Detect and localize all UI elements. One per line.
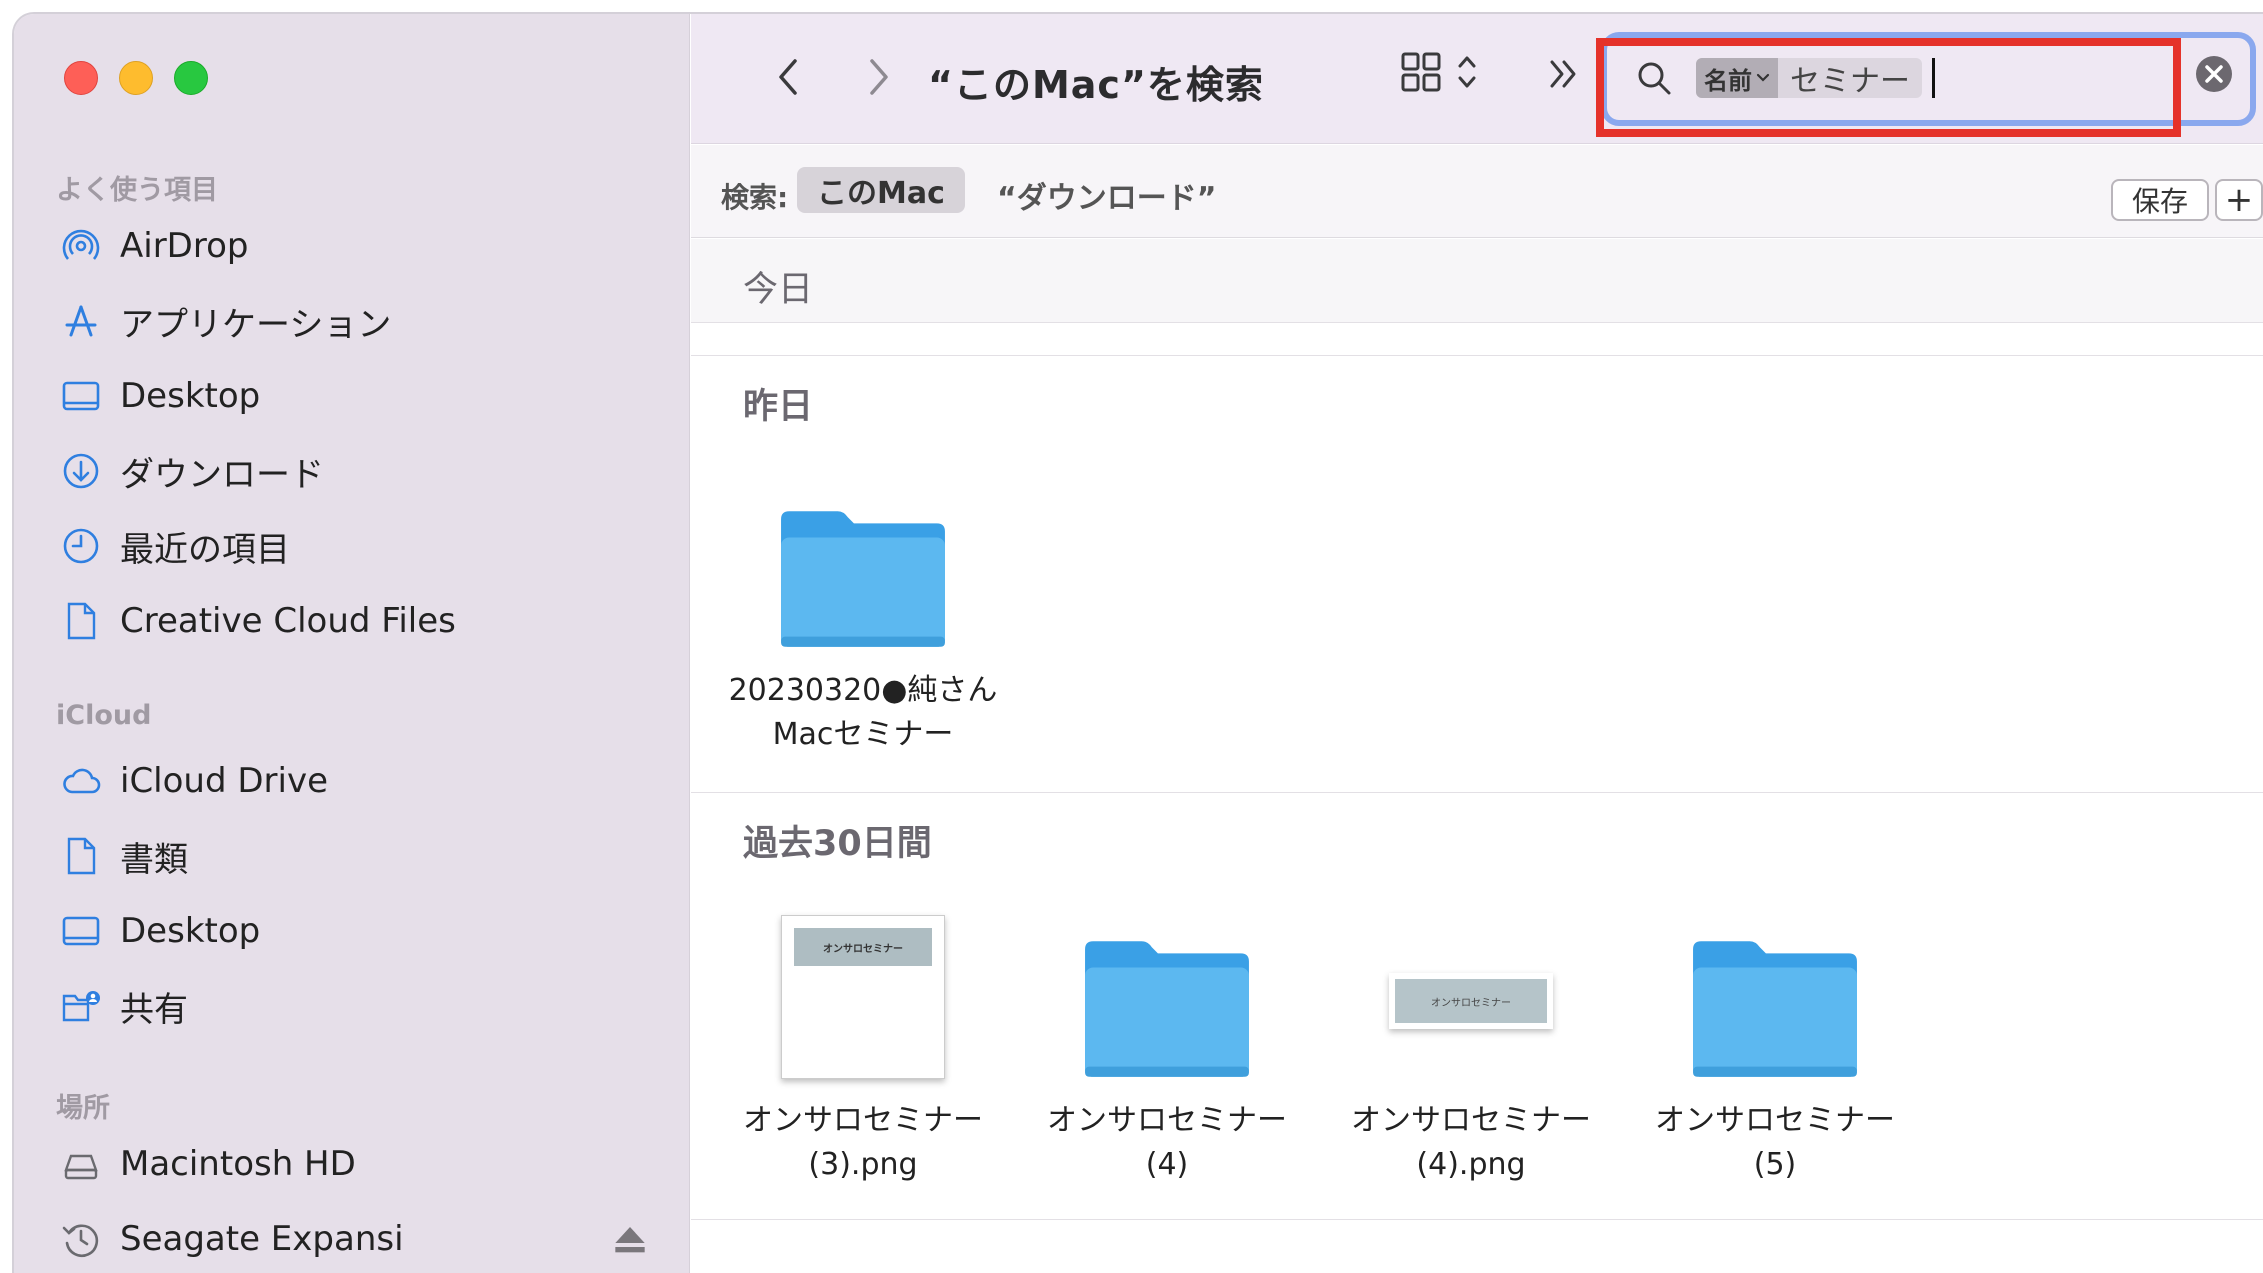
sidebar-item-downloads[interactable]: ダウンロード — [60, 441, 324, 501]
sidebar: よく使う項目 AirDrop アプリケーション Desktop ダウンロード 最… — [14, 14, 690, 1273]
group-header-past30: 過去30日間 — [691, 793, 2263, 877]
annotation-highlight-box — [1596, 38, 2181, 137]
file-name-line1: オンサロセミナー — [1351, 1103, 1591, 1138]
desktop-icon — [60, 910, 102, 952]
file-name-line2: (5) — [1753, 1147, 1797, 1182]
document-icon — [60, 835, 102, 877]
download-icon — [60, 450, 102, 492]
cloud-icon — [60, 760, 102, 802]
thumbnail-banner: オンサロセミナー — [794, 928, 932, 966]
back-button[interactable] — [763, 52, 813, 102]
clock-icon — [60, 525, 102, 567]
search-scope-bar: 検索: このMac “ダウンロード” 保存 + — [691, 145, 2263, 238]
sidebar-item-label: Desktop — [120, 376, 261, 416]
group-header-today: 今日 — [691, 239, 2263, 323]
sidebar-item-icloud-drive[interactable]: iCloud Drive — [60, 751, 328, 811]
sidebar-item-label: AirDrop — [120, 226, 249, 266]
save-search-button[interactable]: 保存 — [2111, 179, 2209, 221]
sidebar-item-label: アプリケーション — [120, 304, 392, 345]
toolbar-overflow-icon[interactable] — [1544, 54, 1584, 94]
thumbnail-banner: オンサロセミナー — [1395, 979, 1547, 1023]
sidebar-item-icloud-desktop[interactable]: Desktop — [60, 901, 260, 961]
file-item[interactable]: オンサロセミナー (4) — [1027, 879, 1307, 1187]
sidebar-item-desktop[interactable]: Desktop — [60, 366, 260, 426]
sidebar-item-airdrop[interactable]: AirDrop — [60, 216, 248, 276]
file-item[interactable]: オンサロセミナー オンサロセミナー (4).png — [1331, 879, 1611, 1187]
sidebar-item-label: 書類 — [120, 839, 188, 880]
sidebar-section-favorites: よく使う項目 — [56, 175, 218, 206]
sidebar-item-documents[interactable]: 書類 — [60, 826, 188, 886]
file-name-line2: Macセミナー — [772, 717, 954, 752]
sidebar-section-icloud: iCloud — [56, 700, 152, 731]
clear-search-icon[interactable] — [2194, 54, 2234, 94]
desktop-icon — [60, 375, 102, 417]
window-controls — [64, 61, 208, 95]
sidebar-item-label: Creative Cloud Files — [120, 601, 456, 641]
sidebar-item-label: Desktop — [120, 911, 261, 951]
shared-folder-icon — [60, 985, 102, 1027]
file-name-line1: オンサロセミナー — [1655, 1103, 1895, 1138]
forward-button[interactable] — [854, 52, 904, 102]
file-name-line2: (4) — [1145, 1147, 1189, 1182]
image-thumbnail: オンサロセミナー — [723, 879, 1003, 1079]
file-item[interactable]: 20230320●純さん Macセミナー — [723, 449, 1003, 757]
group-header-yesterday: 昨日 — [691, 356, 2263, 440]
file-name-line1: オンサロセミナー — [1047, 1103, 1287, 1138]
sidebar-item-label: iCloud Drive — [120, 761, 329, 801]
file-name-line1: オンサロセミナー — [743, 1103, 983, 1138]
scope-label: 検索: — [721, 181, 789, 214]
scope-downloads-button[interactable]: “ダウンロード” — [997, 173, 1216, 217]
scope-this-mac-button[interactable]: このMac — [797, 167, 965, 213]
grid-view-icon — [1401, 52, 1441, 92]
sidebar-item-label: Macintosh HD — [120, 1144, 356, 1184]
sidebar-item-macintosh-hd[interactable]: Macintosh HD — [60, 1134, 356, 1194]
sidebar-item-label: ダウンロード — [120, 454, 324, 495]
divider — [691, 1219, 2263, 1220]
applications-icon — [60, 300, 102, 342]
add-criteria-button[interactable]: + — [2215, 179, 2263, 221]
file-name-line2: (3).png — [808, 1147, 918, 1182]
file-item[interactable]: オンサロセミナー オンサロセミナー (3).png — [723, 879, 1003, 1187]
results-area: 今日 昨日 20230320●純さん Macセミナー 過去30日間 オンサロセミ… — [691, 239, 2263, 1273]
view-options-button[interactable] — [1399, 50, 1479, 94]
sidebar-item-recents[interactable]: 最近の項目 — [60, 516, 290, 576]
sidebar-item-label: Seagate Expansi — [120, 1219, 404, 1259]
sidebar-item-shared[interactable]: 共有 — [60, 976, 188, 1036]
folder-icon — [1635, 879, 1915, 1079]
sidebar-item-applications[interactable]: アプリケーション — [60, 291, 391, 351]
sidebar-item-label: 共有 — [120, 989, 188, 1030]
sidebar-item-seagate[interactable]: Seagate Expansi — [60, 1209, 650, 1269]
file-item[interactable]: オンサロセミナー (5) — [1635, 879, 1915, 1187]
close-window-button[interactable] — [64, 61, 98, 95]
sidebar-section-locations: 場所 — [56, 1093, 110, 1124]
timemachine-icon — [60, 1218, 102, 1260]
folder-icon — [723, 449, 1003, 649]
harddrive-icon — [60, 1143, 102, 1185]
airdrop-icon — [60, 225, 102, 267]
eject-icon[interactable] — [610, 1219, 650, 1259]
chevron-right-icon — [870, 59, 888, 95]
file-name-line2: (4).png — [1416, 1147, 1526, 1182]
image-thumbnail: オンサロセミナー — [1331, 879, 1611, 1079]
sidebar-item-creative-cloud-files[interactable]: Creative Cloud Files — [60, 591, 456, 651]
updown-chevron-icon — [1458, 56, 1476, 88]
window-title: “このMac”を検索 — [928, 63, 1264, 107]
chevron-left-icon — [779, 59, 797, 95]
file-name-line1: 20230320●純さん — [728, 673, 998, 708]
zoom-window-button[interactable] — [174, 61, 208, 95]
minimize-window-button[interactable] — [119, 61, 153, 95]
document-icon — [60, 600, 102, 642]
folder-icon — [1027, 879, 1307, 1079]
finder-window: よく使う項目 AirDrop アプリケーション Desktop ダウンロード 最… — [12, 12, 2263, 1273]
sidebar-item-label: 最近の項目 — [120, 529, 290, 570]
